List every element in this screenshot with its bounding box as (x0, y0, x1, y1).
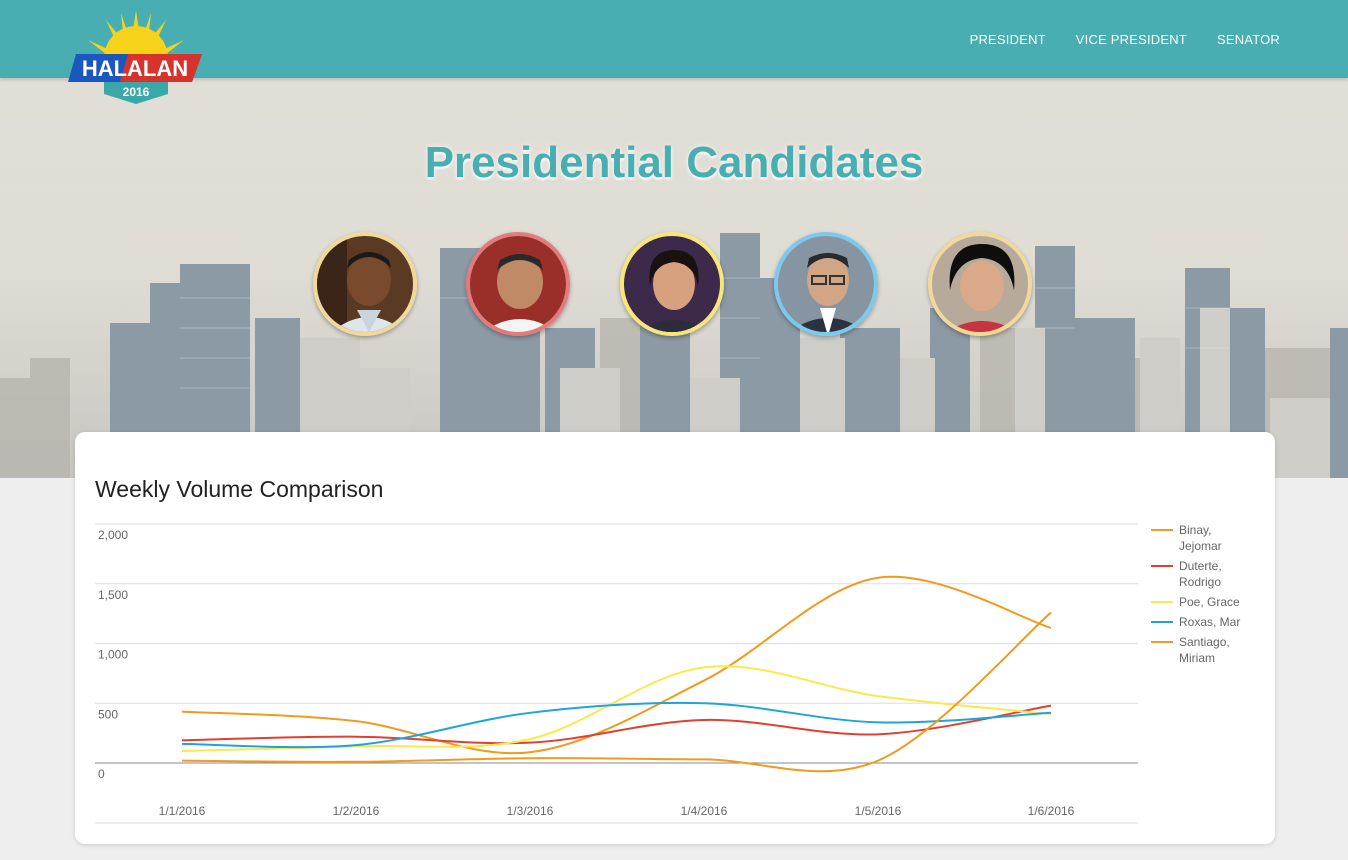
y-tick-label: 2,000 (98, 528, 128, 542)
legend-label-line: Jejomar (1179, 539, 1222, 553)
legend-label: Santiago, Miriam (1179, 634, 1259, 666)
series-line[interactable] (181, 665, 1052, 753)
nav-president[interactable]: PRESIDENT (970, 32, 1046, 47)
nav-senator[interactable]: SENATOR (1217, 32, 1280, 47)
x-tick-label: 1/1/2016 (159, 804, 206, 818)
candidate-avatars (0, 232, 1348, 344)
x-tick-label: 1/4/2016 (681, 804, 728, 818)
y-tick-label: 1,000 (98, 648, 128, 662)
legend-item[interactable]: Duterte, Rodrigo (1151, 558, 1271, 590)
legend-swatch (1151, 601, 1173, 603)
legend-label: Roxas, Mar (1179, 614, 1259, 630)
legend-label-line: Duterte, (1179, 559, 1222, 573)
legend-swatch (1151, 529, 1173, 531)
legend-label-line: Roxas, Mar (1179, 615, 1241, 629)
avatar-duterte[interactable] (466, 232, 570, 336)
avatar-binay[interactable] (313, 232, 417, 336)
avatar-poe[interactable] (620, 232, 724, 336)
nav-vice-president[interactable]: VICE PRESIDENT (1076, 32, 1187, 47)
legend-label: Duterte, Rodrigo (1179, 558, 1259, 590)
legend-item[interactable]: Roxas, Mar (1151, 614, 1271, 630)
avatar-roxas[interactable] (774, 232, 878, 336)
logo-text: HALALAN (82, 56, 188, 81)
y-tick-label: 500 (98, 707, 118, 721)
legend-label-line: Poe, Grace (1179, 595, 1240, 609)
series-line[interactable] (181, 575, 1052, 755)
legend-label-line: Binay, (1179, 523, 1212, 537)
legend-swatch (1151, 641, 1173, 643)
legend-label: Binay, Jejomar (1179, 522, 1259, 554)
x-tick-label: 1/2/2016 (333, 804, 380, 818)
main-nav: PRESIDENT VICE PRESIDENT SENATOR (970, 32, 1280, 47)
legend-label-line: Rodrigo (1179, 575, 1222, 589)
legend-item[interactable]: Binay, Jejomar (1151, 522, 1271, 554)
legend-swatch (1151, 565, 1173, 567)
legend-swatch (1151, 621, 1173, 623)
chart-legend: Binay, Jejomar Duterte, Rodrigo Poe, Grace Ro… (1151, 522, 1271, 670)
avatar-santiago[interactable] (928, 232, 1032, 336)
x-tick-label: 1/3/2016 (507, 804, 554, 818)
hero-banner: Presidential Candidates (0, 78, 1348, 478)
logo-year: 2016 (123, 85, 150, 99)
y-tick-label: 1,500 (98, 588, 128, 602)
x-tick-label: 1/5/2016 (855, 804, 902, 818)
legend-item[interactable]: Santiago, Miriam (1151, 634, 1271, 666)
legend-label-line: Miriam (1179, 651, 1215, 665)
y-tick-label: 0 (98, 767, 105, 781)
x-tick-label: 1/6/2016 (1028, 804, 1075, 818)
weekly-volume-chart: 0 500 1,000 1,500 2,000 1/1/2016 1/2/2016 1/3/2… (95, 523, 1138, 824)
legend-item[interactable]: Poe, Grace (1151, 594, 1271, 610)
legend-label-line: Santiago, (1179, 635, 1230, 649)
halalan-logo[interactable]: HALALAN 2016 (66, 8, 206, 110)
page-title: Presidential Candidates (424, 138, 924, 187)
legend-label: Poe, Grace (1179, 594, 1259, 610)
weekly-volume-card: Weekly Volume Comparison 0 500 1,000 1,500 2… (75, 432, 1275, 844)
